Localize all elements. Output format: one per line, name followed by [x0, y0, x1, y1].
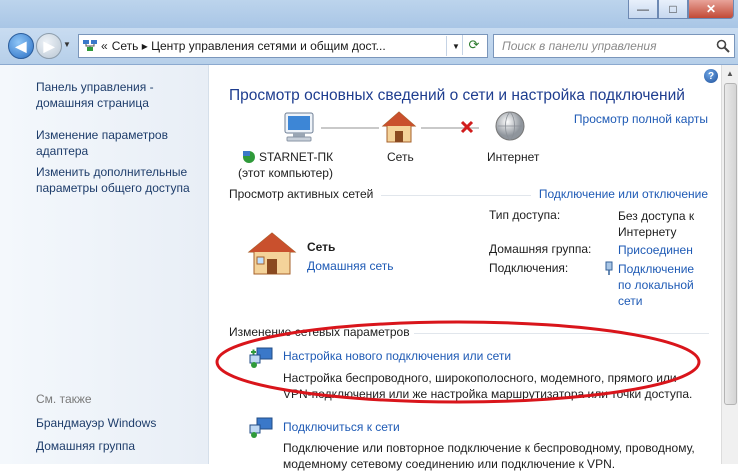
maximize-button[interactable]: □	[658, 0, 688, 19]
help-icon[interactable]: ?	[704, 69, 718, 83]
homegroup-label: Домашняя группа:	[489, 242, 592, 256]
recent-pages-dropdown[interactable]: ▼	[63, 40, 71, 49]
main-content: ? Просмотр основных сведений о сети и на…	[209, 65, 738, 471]
link-line: домашняя страница	[36, 96, 149, 110]
scroll-up-icon[interactable]: ▲	[722, 65, 738, 81]
connect-to-network-description: Подключение или повторное подключение к …	[283, 440, 733, 472]
link-line: Панель управления -	[36, 80, 154, 94]
setup-connection-link[interactable]: Настройка нового подключения или сети	[283, 349, 511, 363]
network-icon	[79, 35, 101, 57]
network-setup-icon	[249, 347, 273, 368]
see-also-title: См. также	[36, 392, 92, 406]
link-line: адаптера	[36, 144, 89, 158]
ethernet-icon	[605, 261, 613, 275]
network-type-link[interactable]: Домашняя сеть	[307, 259, 393, 273]
description-line: Настройка беспроводного, широкополосного…	[283, 371, 677, 385]
navigation-bar: ◀ ▶ ▼ « Сеть ▸ Центр управления сетями и…	[0, 28, 738, 65]
vertical-scrollbar[interactable]: ▲	[721, 65, 738, 464]
network-label: Сеть	[387, 150, 414, 164]
active-network-name: Сеть	[307, 240, 336, 254]
address-root-chevron[interactable]: «	[101, 39, 112, 53]
arrow-left-icon: ◀	[15, 37, 27, 54]
advanced-sharing-settings-link[interactable]: Изменить дополнительные параметры общего…	[36, 164, 190, 196]
control-panel-home-link[interactable]: Панель управления - домашняя страница	[36, 79, 154, 111]
homegroup-value-link[interactable]: Присоединен	[618, 242, 693, 258]
value-line: Интернету	[618, 225, 677, 239]
home-network-icon	[247, 232, 297, 275]
value-line: сети	[618, 294, 643, 308]
search-icon[interactable]	[712, 39, 734, 53]
divider	[414, 333, 709, 334]
value-line: Подключение	[618, 262, 695, 276]
window-controls: — □ ✕	[628, 0, 734, 19]
change-settings-title: Изменение сетевых параметров	[229, 325, 410, 339]
refresh-icon: ⟳	[468, 37, 480, 52]
address-path[interactable]: Сеть ▸ Центр управления сетями и общим д…	[112, 39, 446, 53]
value-line: Без доступа к	[618, 209, 695, 223]
access-type-value: Без доступа к Интернету	[618, 208, 694, 240]
computer-name: STARNET-ПК	[259, 150, 334, 164]
computer-icon	[284, 112, 314, 142]
internet-label: Интернет	[487, 150, 540, 164]
forward-button[interactable]: ▶	[36, 33, 62, 59]
divider	[381, 195, 531, 196]
title-bar: — □ ✕	[0, 0, 738, 28]
computer-sub-label: (этот компьютер)	[238, 166, 333, 180]
lan-connection-link[interactable]: Подключение по локальной сети	[618, 261, 694, 309]
link-line: Изменение параметров	[36, 128, 168, 142]
connections-label: Подключения:	[489, 261, 569, 275]
connection-line	[321, 127, 379, 129]
access-type-label: Тип доступа:	[489, 208, 561, 222]
back-button[interactable]: ◀	[8, 33, 34, 59]
change-adapter-settings-link[interactable]: Изменение параметров адаптера	[36, 127, 168, 159]
active-networks-title: Просмотр активных сетей	[229, 187, 374, 201]
firewall-link[interactable]: Брандмауэр Windows	[36, 415, 156, 431]
computer-network-icon	[243, 151, 255, 163]
homegroup-link[interactable]: Домашняя группа	[36, 438, 135, 454]
search-input[interactable]: Поиск в панели управления	[494, 39, 712, 53]
page-title: Просмотр основных сведений о сети и наст…	[229, 87, 685, 104]
home-network-icon	[381, 111, 417, 143]
description-line: VPN-подключения или же настройка маршрут…	[283, 387, 693, 401]
scroll-thumb[interactable]	[724, 83, 737, 405]
link-line: параметры общего доступа	[36, 181, 190, 195]
close-button[interactable]: ✕	[688, 0, 734, 19]
network-map: STARNET-ПК (этот компьютер) Сеть Интерне…	[229, 111, 729, 185]
description-line: модемному сетевому соединению или подклю…	[283, 457, 616, 471]
connect-network-icon	[249, 417, 273, 438]
link-line: Изменить дополнительные	[36, 165, 188, 179]
connect-to-network-link[interactable]: Подключиться к сети	[283, 420, 400, 434]
address-bar[interactable]: « Сеть ▸ Центр управления сетями и общим…	[78, 34, 488, 58]
sidebar: Панель управления - домашняя страница Из…	[0, 65, 209, 464]
no-connection-icon	[460, 120, 474, 134]
arrow-right-icon: ▶	[43, 37, 55, 54]
search-box[interactable]: Поиск в панели управления	[493, 34, 735, 58]
value-line: по локальной	[618, 278, 694, 292]
globe-icon	[495, 111, 525, 141]
refresh-button[interactable]: ⟳	[462, 35, 485, 55]
description-line: Подключение или повторное подключение к …	[283, 441, 695, 455]
connect-disconnect-link[interactable]: Подключение или отключение	[539, 187, 708, 201]
setup-connection-description: Настройка беспроводного, широкополосного…	[283, 370, 733, 402]
minimize-button[interactable]: —	[628, 0, 658, 19]
